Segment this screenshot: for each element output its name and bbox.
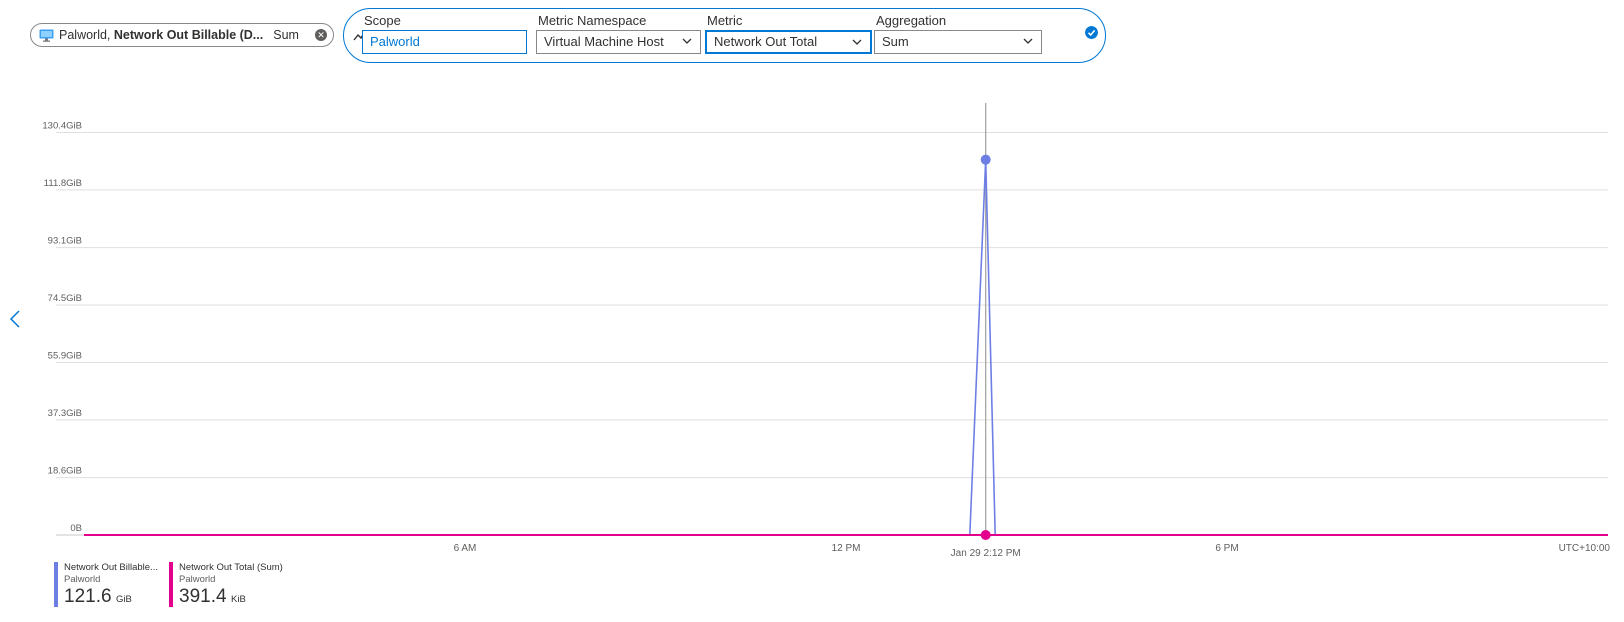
series-layer <box>84 154 1608 540</box>
x-tick-label: 6 PM <box>1215 543 1238 554</box>
legend-series-name: Network Out Total (Sum) <box>179 562 283 573</box>
x-axis-labels: 6 AM 12 PM 6 PM UTC+10:00 <box>454 543 1611 554</box>
y-tick-label: 130.4GiB <box>42 121 82 132</box>
y-tick-label: 18.6GiB <box>48 466 82 477</box>
legend-resource: Palworld <box>64 574 101 585</box>
legend-value: 391.4 <box>179 586 227 607</box>
y-axis-labels: 130.4GiB 111.8GiB 93.1GiB 74.5GiB 55.9GiB 37.… <box>42 121 82 535</box>
legend-value: 121.6 <box>64 586 112 607</box>
legend-unit: KiB <box>231 594 246 605</box>
y-tick-label: 0B <box>70 523 82 534</box>
y-tick-label: 74.5GiB <box>48 293 82 304</box>
y-tick-label: 55.9GiB <box>48 350 82 361</box>
cursor-time-label: Jan 29 2:12 PM <box>951 548 1021 559</box>
legend-resource: Palworld <box>179 574 216 585</box>
series-marker <box>980 154 991 165</box>
series-marker <box>980 530 991 540</box>
y-tick-label: 37.3GiB <box>48 408 82 419</box>
grid-layer <box>56 132 1608 536</box>
y-tick-label: 111.8GiB <box>44 178 82 189</box>
metrics-chart: 130.4GiB 111.8GiB 93.1GiB 74.5GiB 55.9GiB 37.… <box>42 103 1611 559</box>
x-tick-label: 12 PM <box>832 543 861 554</box>
legend-unit: GiB <box>116 594 132 605</box>
legend-color-bar <box>169 562 173 607</box>
x-tick-label: 6 AM <box>454 543 477 554</box>
y-tick-label: 93.1GiB <box>48 236 82 247</box>
legend-series-name: Network Out Billable... <box>64 562 158 573</box>
timezone-label: UTC+10:00 <box>1559 543 1611 554</box>
legend-color-bar <box>54 562 58 607</box>
series-line <box>84 158 1608 536</box>
